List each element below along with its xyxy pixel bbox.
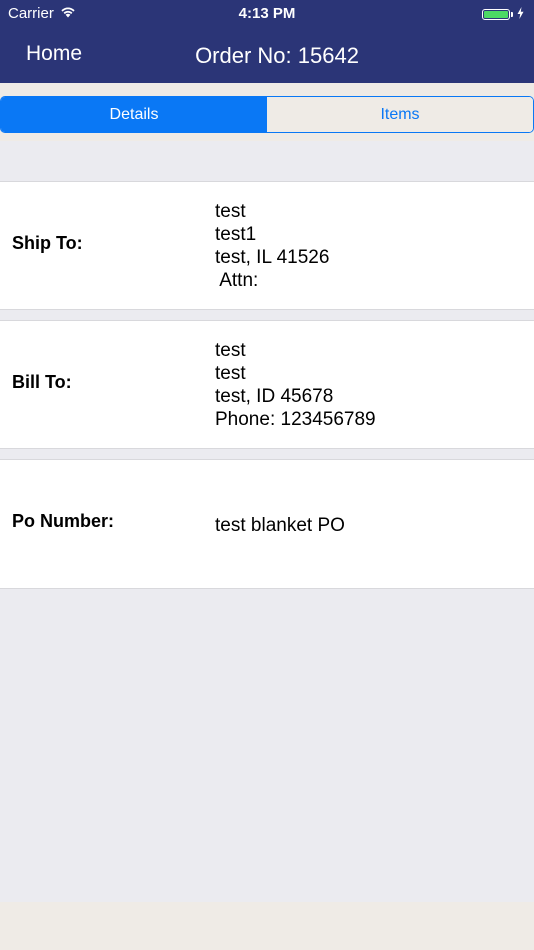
charging-bolt-icon xyxy=(517,7,524,22)
bill-to-line: Phone: 123456789 xyxy=(215,409,376,430)
battery-tip xyxy=(511,12,513,17)
bill-to-label: Bill To: xyxy=(12,372,72,392)
ship-to-section: Ship To: test test1 test, IL 41526 Attn: xyxy=(0,181,534,310)
bottom-toolbar xyxy=(0,902,534,950)
clock: 4:13 PM xyxy=(238,5,296,22)
po-number-value: test blanket PO xyxy=(215,514,345,537)
navigation-bar: Carrier 4:13 PM Home Order No: 15642 xyxy=(0,0,534,83)
ship-to-address: test test1 test, IL 41526 Attn: xyxy=(215,200,329,292)
segmented-control: Details Items xyxy=(0,96,534,133)
bill-to-line: test, ID 45678 xyxy=(215,386,334,407)
po-number-section: Po Number: test blanket PO xyxy=(0,459,534,589)
ship-to-line: test, IL 41526 xyxy=(215,247,330,268)
bill-to-address: test test test, ID 45678 Phone: 12345678… xyxy=(215,339,376,431)
tab-details[interactable]: Details xyxy=(1,97,267,132)
bill-to-line: test xyxy=(215,340,246,361)
po-number-line: test blanket PO xyxy=(215,515,345,536)
battery-level xyxy=(484,11,508,18)
ship-to-line: test xyxy=(215,201,246,222)
ship-to-label: Ship To: xyxy=(12,233,83,253)
status-bar: Carrier 4:13 PM xyxy=(0,0,534,28)
bill-to-section: Bill To: test test test, ID 45678 Phone:… xyxy=(0,320,534,449)
ship-to-line: Attn: xyxy=(215,270,259,291)
page-title: Order No: 15642 xyxy=(195,43,359,68)
po-number-label: Po Number: xyxy=(12,511,115,531)
tab-items[interactable]: Items xyxy=(267,97,533,132)
ship-to-line: test1 xyxy=(215,224,257,245)
bill-to-line: test xyxy=(215,363,246,384)
battery-indicator xyxy=(482,7,524,22)
battery-icon xyxy=(482,9,510,20)
